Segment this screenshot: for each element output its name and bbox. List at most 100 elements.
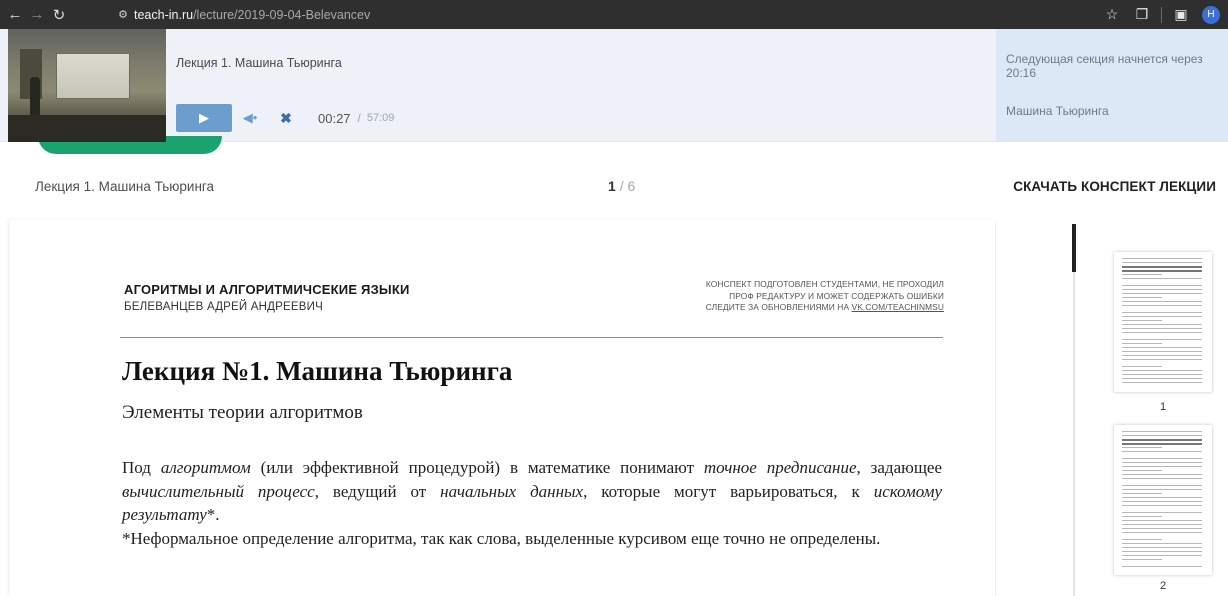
para-text: , ведущий от <box>314 481 441 501</box>
video-thumbnail[interactable] <box>8 29 166 142</box>
para-text: Под <box>122 458 161 477</box>
thumbnail-text-line <box>1122 516 1162 517</box>
star-icon[interactable]: ☆ <box>1097 0 1127 29</box>
volume-button[interactable]: ◀• <box>232 104 268 132</box>
thumbnail-text-line <box>1122 489 1202 490</box>
thumbnail-text-line <box>1122 274 1162 275</box>
thumbnail-text-line <box>1122 443 1202 445</box>
thumbnail-text-line <box>1122 435 1202 436</box>
thumbnail-text-line <box>1122 547 1202 548</box>
thumbnail-text-line <box>1122 370 1202 371</box>
thumbnail-text-line <box>1122 262 1202 263</box>
player-title: Лекция 1. Машина Тьюринга <box>176 56 342 70</box>
page-thumbnail-number-2: 2 <box>1159 580 1167 592</box>
thumbnail-text-line <box>1122 374 1202 375</box>
play-button[interactable]: ▶ <box>176 104 232 132</box>
thumbnail-text-line <box>1122 355 1202 356</box>
thumbnail-text-line <box>1122 258 1202 259</box>
thumbnail-text-line <box>1122 470 1162 471</box>
thumbnail-text-line <box>1122 351 1202 352</box>
address-bar[interactable]: ⚙ teach-in.ru/lecture/2019-09-04-Belevan… <box>112 4 1050 25</box>
footnote-paragraph: *Неформальное определение алгоритма, так… <box>122 528 881 548</box>
thumbnail-text-line <box>1122 447 1162 448</box>
page-thumbnail-1[interactable] <box>1114 252 1212 392</box>
para-text: , задающее <box>856 458 943 477</box>
para-italic: вычислительный процесс <box>122 481 315 501</box>
thumbnail-text-line <box>1122 485 1202 486</box>
note-line-3: СЛЕДИТЕ ЗА ОБНОВЛЕНИЯМИ НА VK.COM/TEACHI… <box>604 302 944 314</box>
thumbnail-text-line <box>1122 493 1162 494</box>
thumbnail-text-line <box>1122 324 1202 325</box>
back-arrow-icon[interactable]: ← <box>4 0 26 29</box>
profile-avatar[interactable]: Н <box>1202 5 1220 24</box>
browser-toolbar: ← → ↻ ⚙ teach-in.ru/lecture/2019-09-04-B… <box>0 0 1228 29</box>
thumbnail-text-line <box>1122 305 1202 306</box>
forward-arrow-icon[interactable]: → <box>26 0 48 29</box>
thumbnail-text-line <box>1122 266 1202 268</box>
thumbnail-text-line <box>1122 543 1202 544</box>
document-divider <box>995 220 996 596</box>
thumbnail-text-line <box>1122 289 1202 290</box>
scrollbar-track[interactable] <box>1073 272 1075 596</box>
thumbnail-text-line <box>1122 555 1202 556</box>
document-subheading: Элементы теории алгоритмов <box>122 402 363 423</box>
page-thumbnail-2[interactable] <box>1114 425 1212 575</box>
thumbnail-text-line <box>1122 382 1202 383</box>
thumbnail-text-line <box>1122 551 1202 552</box>
play-icon: ▶ <box>199 110 209 125</box>
player-controls: ▶ ◀• ✖ 00:27 / 57:09 <box>176 104 394 132</box>
total-time: 57:09 <box>366 112 395 124</box>
thumbnail-text-line <box>1122 559 1162 560</box>
current-time: 00:27 <box>318 110 351 126</box>
course-title: АГОРИТМЫ И АЛГОРИТМИЧСЕКИЕ ЯЗЫКИ <box>124 282 410 297</box>
thumbnail-text-line <box>1122 339 1202 340</box>
thumbnail-text-line <box>1122 366 1162 367</box>
vk-link[interactable]: VK.COM/TEACHINMSU <box>852 302 944 312</box>
sidebar-icon[interactable]: ▣ <box>1166 0 1196 29</box>
reload-icon[interactable]: ↻ <box>48 0 70 29</box>
next-section-panel[interactable]: Следующая секция начнется через 20:16 Ма… <box>996 29 1228 142</box>
para-italic: алгоритмом <box>160 458 251 477</box>
volume-icon: ◀• <box>242 110 258 125</box>
para-italic: точное предписание <box>703 458 857 477</box>
thumbnail-text-line <box>1122 343 1162 344</box>
thumbnail-text-line <box>1122 278 1202 279</box>
thumbnail-text-line <box>1122 528 1202 529</box>
page-counter: 1 / 6 <box>608 178 635 194</box>
document-body: Под алгоритмом (или эффективной процедур… <box>122 456 942 550</box>
thumbnail-text-line <box>1122 328 1202 329</box>
thumbnail-text-line <box>1122 439 1202 441</box>
page-total: / 6 <box>619 178 636 194</box>
thumbnail-text-line <box>1122 293 1202 294</box>
author-name: БЕЛЕВАНЦЕВ АДРЕЙ АНДРЕЕВИЧ <box>124 301 323 313</box>
note-line-2: ПРОФ РЕДАКТУРУ И МОЖЕТ СОДЕРЖАТЬ ОШИБКИ <box>729 290 944 301</box>
thumbnail-text-line <box>1122 497 1202 498</box>
thumbnail-text-line <box>1122 347 1202 348</box>
thumbnail-text-line <box>1122 566 1202 567</box>
para-text: , которые могут варьироваться, к <box>583 481 874 501</box>
next-section-text: Следующая секция начнется через 20:16 <box>1006 52 1203 80</box>
thumbnail-text-line <box>1122 478 1202 479</box>
page-current: 1 <box>608 178 616 194</box>
site-settings-icon[interactable]: ⚙ <box>112 8 134 21</box>
thumbnail-text-line <box>1122 297 1162 298</box>
thumbnail-text-line <box>1122 524 1202 525</box>
fullscreen-button[interactable]: ✖ <box>268 104 304 132</box>
time-separator: / <box>357 111 361 125</box>
thumbnail-text-line <box>1122 285 1202 286</box>
extensions-icon[interactable]: ❐ <box>1127 0 1157 29</box>
para-italic: начальных данных <box>440 481 584 501</box>
page-thumbnail-number-1: 1 <box>1159 401 1167 413</box>
thumbnail-text-line <box>1122 270 1202 272</box>
document-heading: Лекция №1. Машина Тьюринга <box>122 356 513 386</box>
thumbnail-text-line <box>1122 466 1202 467</box>
header-rule <box>120 337 943 338</box>
fullscreen-icon: ✖ <box>280 109 292 126</box>
thumbnail-text-line <box>1122 501 1202 502</box>
note-line-3-prefix: СЛЕДИТЕ ЗА ОБНОВЛЕНИЯМИ НА <box>705 302 852 312</box>
toolbar-divider <box>1161 6 1162 23</box>
download-notes-link[interactable]: СКАЧАТЬ КОНСПЕКТ ЛЕКЦИИ <box>1013 179 1216 194</box>
scrollbar-thumb[interactable] <box>1072 224 1076 272</box>
para-text: (или эффективной процедурой) в математик… <box>250 458 704 477</box>
thumbnail-text-line <box>1122 474 1202 475</box>
